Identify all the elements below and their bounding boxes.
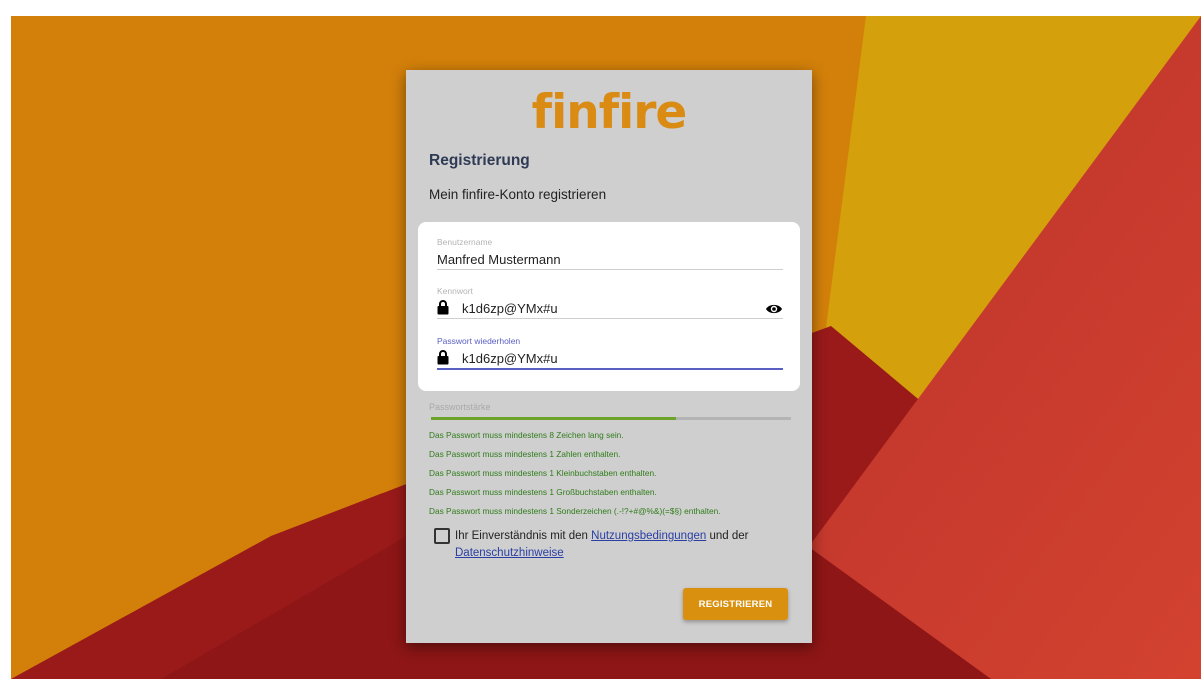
password-rule: Das Passwort muss mindestens 1 Sonderzei…: [429, 506, 721, 516]
page-title: Registrierung: [429, 152, 530, 169]
password-rule: Das Passwort muss mindestens 8 Zeichen l…: [429, 430, 624, 440]
password-label: Kennwort: [437, 286, 473, 296]
lock-icon: [437, 349, 449, 365]
registration-form: Benutzername Manfred Mustermann Kennwort…: [418, 222, 800, 391]
consent-text-middle: und der: [706, 530, 749, 542]
password-rule: Das Passwort muss mindestens 1 Zahlen en…: [429, 449, 621, 459]
password-rule: Das Passwort muss mindestens 1 Kleinbuch…: [429, 468, 657, 478]
consent-text-before: Ihr Einverständnis mit den: [455, 530, 592, 542]
password-repeat-input[interactable]: k1d6zp@YMx#u: [462, 351, 783, 366]
username-label: Benutzername: [437, 237, 493, 247]
password-field: Kennwort k1d6zp@YMx#u: [437, 286, 783, 319]
privacy-link[interactable]: Datenschutzhinweise: [455, 547, 564, 559]
register-button[interactable]: REGISTRIEREN: [683, 588, 788, 620]
registration-card: finfire Registrierung Mein finfire-Konto…: [406, 70, 812, 643]
page-subtitle: Mein finfire-Konto registrieren: [429, 187, 607, 202]
eye-icon[interactable]: [765, 302, 783, 314]
password-input[interactable]: k1d6zp@YMx#u: [462, 301, 765, 316]
finfire-logo: finfire: [531, 85, 688, 140]
username-input[interactable]: Manfred Mustermann: [437, 252, 783, 267]
consent-checkbox[interactable]: [434, 528, 450, 544]
password-strength-label: Passwortstärke: [429, 402, 491, 412]
consent-text: Ihr Einverständnis mit den Nutzungsbedin…: [455, 528, 775, 562]
password-repeat-field: Passwort wiederholen k1d6zp@YMx#u: [437, 336, 783, 370]
password-rule: Das Passwort muss mindestens 1 Großbuchs…: [429, 487, 657, 497]
password-rules-list: Das Passwort muss mindestens 8 Zeichen l…: [429, 429, 721, 524]
terms-link[interactable]: Nutzungsbedingungen: [591, 530, 706, 542]
password-strength-fill: [431, 417, 676, 420]
lock-icon: [437, 299, 449, 315]
username-field: Benutzername Manfred Mustermann: [437, 237, 783, 270]
password-strength-bar: [431, 417, 791, 420]
password-repeat-label: Passwort wiederholen: [437, 336, 521, 346]
